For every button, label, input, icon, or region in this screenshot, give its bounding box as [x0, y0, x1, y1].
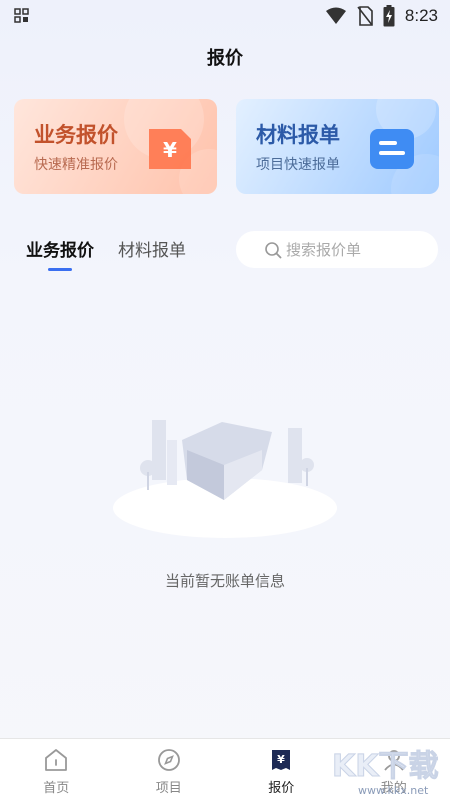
home-icon	[45, 749, 68, 771]
material-order-card[interactable]: 材料报单 项目快速报单	[236, 99, 439, 194]
card-subtitle: 项目快速报单	[256, 157, 340, 173]
wifi-icon	[325, 7, 346, 24]
nav-item-project[interactable]: 项目	[113, 739, 226, 800]
nav-label: 项目	[155, 781, 182, 796]
svg-text:KK下载: KK下载	[332, 749, 439, 784]
svg-text:www.kkx.net: www.kkx.net	[358, 784, 429, 797]
card-subtitle: 快速精准报价	[34, 157, 118, 173]
compass-icon	[157, 749, 180, 771]
business-quote-card[interactable]: 业务报价 快速精准报价 ¥	[14, 99, 217, 194]
svg-text:¥: ¥	[277, 753, 285, 766]
search-input[interactable]: 搜索报价单	[236, 231, 438, 268]
tab-material-order[interactable]: 材料报单	[118, 236, 186, 261]
no-sim-icon	[357, 6, 373, 26]
nav-label: 报价	[268, 781, 295, 796]
empty-box-illustration	[113, 420, 337, 538]
status-bar: 8:23	[0, 0, 450, 32]
page-title: 报价	[207, 48, 243, 69]
nav-item-quote[interactable]: ¥ 报价	[225, 739, 338, 800]
tab-indicator	[48, 268, 72, 271]
app-grid-icon	[14, 8, 29, 23]
svg-text:¥: ¥	[163, 138, 177, 162]
battery-charging-icon	[383, 5, 395, 27]
status-time: 8:23	[404, 6, 438, 25]
card-title: 材料报单	[256, 123, 340, 147]
watermark-logo: KK下载 www.kkx.net	[332, 749, 440, 798]
nav-item-home[interactable]: 首页	[0, 739, 113, 800]
empty-state-message: 当前暂无账单信息	[164, 572, 285, 590]
tab-business-quote[interactable]: 业务报价	[26, 236, 94, 261]
search-placeholder: 搜索报价单	[286, 241, 362, 259]
card-title: 业务报价	[34, 123, 118, 147]
quote-icon: ¥	[272, 750, 291, 770]
yuan-document-icon: ¥	[149, 129, 191, 169]
nav-label: 首页	[43, 781, 70, 796]
list-folder-icon	[370, 129, 414, 169]
search-icon	[265, 242, 282, 259]
